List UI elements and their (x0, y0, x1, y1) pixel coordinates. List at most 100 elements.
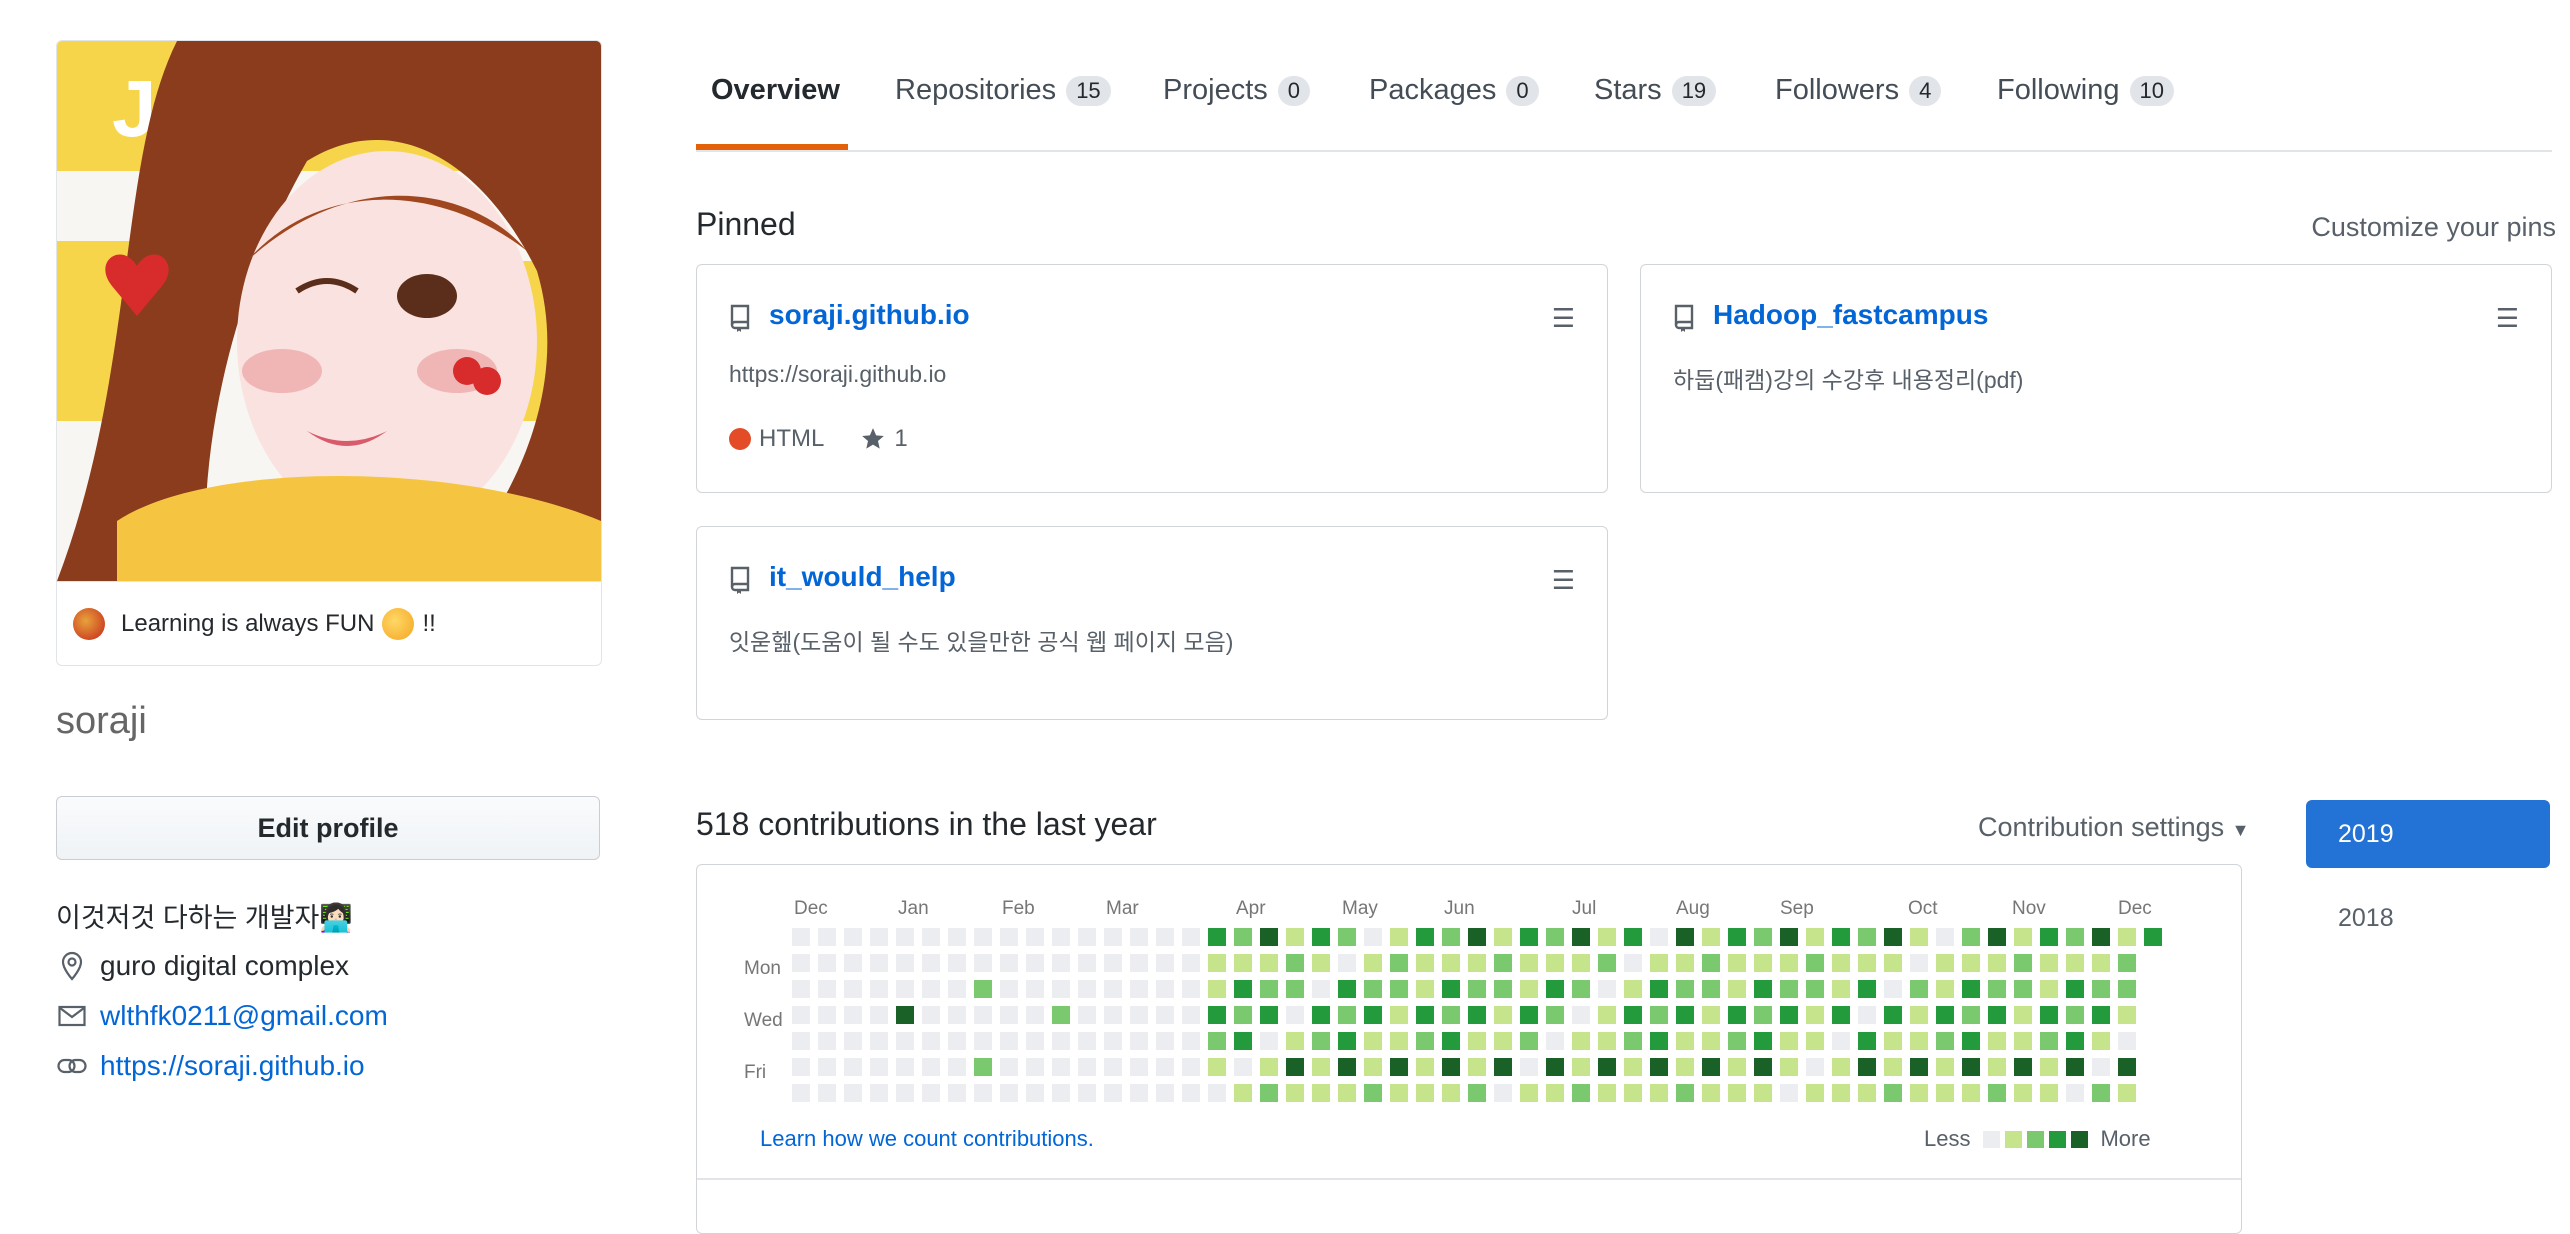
contribution-day-cell[interactable] (1832, 928, 1850, 946)
contribution-day-cell[interactable] (1364, 1006, 1382, 1024)
contribution-day-cell[interactable] (1832, 980, 1850, 998)
grabber-icon[interactable]: ☰ (1552, 303, 1575, 334)
contribution-day-cell[interactable] (1156, 928, 1174, 946)
contribution-day-cell[interactable] (1026, 1006, 1044, 1024)
avatar[interactable]: JS Learning is always FUN !! (56, 40, 602, 666)
contribution-day-cell[interactable] (792, 980, 810, 998)
contribution-day-cell[interactable] (1650, 1058, 1668, 1076)
contribution-day-cell[interactable] (818, 954, 836, 972)
contribution-day-cell[interactable] (2014, 1006, 2032, 1024)
contribution-day-cell[interactable] (1780, 928, 1798, 946)
contribution-day-cell[interactable] (2092, 1032, 2110, 1050)
grabber-icon[interactable]: ☰ (1552, 565, 1575, 596)
contribution-day-cell[interactable] (1208, 1032, 1226, 1050)
contribution-day-cell[interactable] (1598, 1032, 1616, 1050)
contribution-day-cell[interactable] (896, 1006, 914, 1024)
contribution-day-cell[interactable] (1962, 980, 1980, 998)
contribution-day-cell[interactable] (1780, 980, 1798, 998)
contribution-day-cell[interactable] (1338, 1006, 1356, 1024)
contribution-day-cell[interactable] (1884, 1084, 1902, 1102)
contribution-day-cell[interactable] (1364, 928, 1382, 946)
contribution-day-cell[interactable] (1728, 954, 1746, 972)
contribution-day-cell[interactable] (1130, 1084, 1148, 1102)
contribution-day-cell[interactable] (1052, 954, 1070, 972)
contribution-day-cell[interactable] (1520, 1084, 1538, 1102)
contribution-day-cell[interactable] (1000, 1058, 1018, 1076)
contribution-day-cell[interactable] (1598, 954, 1616, 972)
contribution-day-cell[interactable] (1702, 954, 1720, 972)
contribution-day-cell[interactable] (1364, 1032, 1382, 1050)
contribution-day-cell[interactable] (1598, 1058, 1616, 1076)
contribution-day-cell[interactable] (1572, 954, 1590, 972)
contribution-day-cell[interactable] (1182, 954, 1200, 972)
contribution-day-cell[interactable] (2040, 980, 2058, 998)
contribution-day-cell[interactable] (844, 954, 862, 972)
contribution-day-cell[interactable] (1650, 980, 1668, 998)
contribution-day-cell[interactable] (1884, 954, 1902, 972)
contribution-day-cell[interactable] (2014, 928, 2032, 946)
contribution-day-cell[interactable] (1884, 1032, 1902, 1050)
contribution-day-cell[interactable] (1338, 928, 1356, 946)
contribution-day-cell[interactable] (1260, 954, 1278, 972)
contribution-day-cell[interactable] (1000, 1084, 1018, 1102)
contribution-day-cell[interactable] (1156, 980, 1174, 998)
contribution-day-cell[interactable] (1884, 928, 1902, 946)
contribution-day-cell[interactable] (1390, 980, 1408, 998)
contribution-day-cell[interactable] (974, 1084, 992, 1102)
contribution-day-cell[interactable] (2014, 954, 2032, 972)
contribution-day-cell[interactable] (1052, 1058, 1070, 1076)
contribution-day-cell[interactable] (974, 980, 992, 998)
contribution-day-cell[interactable] (1234, 954, 1252, 972)
contribution-day-cell[interactable] (2118, 928, 2136, 946)
contribution-day-cell[interactable] (1260, 928, 1278, 946)
contribution-day-cell[interactable] (1858, 1084, 1876, 1102)
contribution-day-cell[interactable] (1936, 928, 1954, 946)
contribution-day-cell[interactable] (1390, 1084, 1408, 1102)
contribution-day-cell[interactable] (2092, 1058, 2110, 1076)
contribution-day-cell[interactable] (1728, 1006, 1746, 1024)
contribution-day-cell[interactable] (922, 1006, 940, 1024)
contribution-day-cell[interactable] (1780, 1084, 1798, 1102)
contribution-day-cell[interactable] (2092, 1006, 2110, 1024)
contribution-day-cell[interactable] (2040, 954, 2058, 972)
contribution-day-cell[interactable] (844, 1006, 862, 1024)
contribution-day-cell[interactable] (1754, 1058, 1772, 1076)
contribution-day-cell[interactable] (896, 928, 914, 946)
contribution-day-cell[interactable] (1338, 1058, 1356, 1076)
contribution-day-cell[interactable] (870, 1006, 888, 1024)
contribution-day-cell[interactable] (1338, 1084, 1356, 1102)
contribution-day-cell[interactable] (896, 980, 914, 998)
contribution-day-cell[interactable] (1520, 954, 1538, 972)
email-link[interactable]: wlthfk0211@gmail.com (100, 1000, 388, 1032)
contribution-day-cell[interactable] (974, 954, 992, 972)
contribution-day-cell[interactable] (1962, 1032, 1980, 1050)
contribution-day-cell[interactable] (1598, 1006, 1616, 1024)
contribution-day-cell[interactable] (1312, 954, 1330, 972)
contribution-day-cell[interactable] (1754, 1084, 1772, 1102)
contribution-day-cell[interactable] (1104, 928, 1122, 946)
contribution-day-cell[interactable] (1806, 1084, 1824, 1102)
contribution-day-cell[interactable] (1416, 928, 1434, 946)
contribution-day-cell[interactable] (1546, 928, 1564, 946)
contribution-day-cell[interactable] (1988, 954, 2006, 972)
contribution-day-cell[interactable] (1858, 1006, 1876, 1024)
contribution-day-cell[interactable] (1702, 1084, 1720, 1102)
contribution-day-cell[interactable] (1650, 1084, 1668, 1102)
contribution-day-cell[interactable] (2092, 980, 2110, 998)
tab-stars[interactable]: Stars 19 (1594, 74, 1717, 107)
contribution-day-cell[interactable] (1988, 928, 2006, 946)
contribution-day-cell[interactable] (1494, 1084, 1512, 1102)
contribution-day-cell[interactable] (1624, 1084, 1642, 1102)
contribution-day-cell[interactable] (1780, 954, 1798, 972)
contribution-day-cell[interactable] (1988, 1006, 2006, 1024)
contribution-day-cell[interactable] (1676, 1032, 1694, 1050)
contribution-day-cell[interactable] (1104, 980, 1122, 998)
contribution-day-cell[interactable] (1702, 1006, 1720, 1024)
contribution-day-cell[interactable] (1832, 954, 1850, 972)
contribution-day-cell[interactable] (1078, 1006, 1096, 1024)
contribution-day-cell[interactable] (870, 1058, 888, 1076)
contribution-day-cell[interactable] (1988, 1032, 2006, 1050)
contribution-day-cell[interactable] (974, 1058, 992, 1076)
contribution-day-cell[interactable] (1156, 1058, 1174, 1076)
contribution-day-cell[interactable] (1910, 1058, 1928, 1076)
